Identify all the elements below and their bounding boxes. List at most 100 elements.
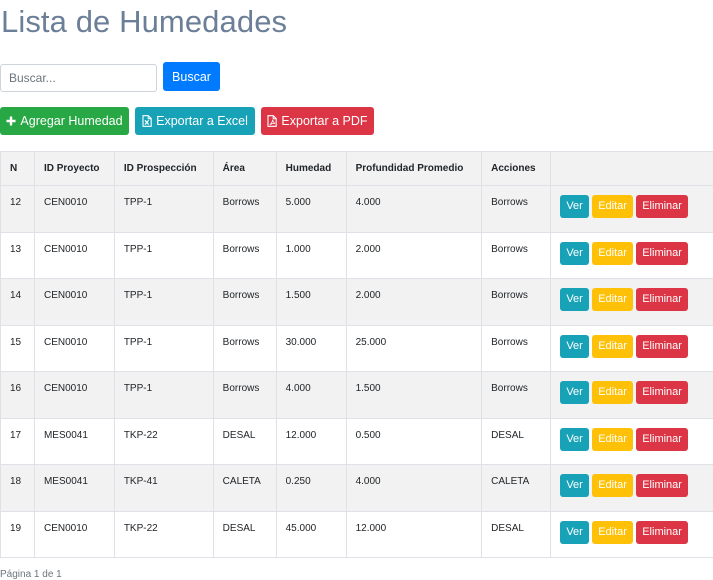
delete-button[interactable]: Eliminar: [636, 242, 688, 265]
column-header-area: Área: [213, 152, 276, 186]
edit-button[interactable]: Editar: [592, 335, 633, 358]
view-button[interactable]: Ver: [560, 474, 589, 497]
cell-area: Borrows: [213, 186, 276, 233]
edit-button[interactable]: Editar: [592, 521, 633, 544]
cell-acciones: Borrows: [482, 232, 551, 279]
cell-humedad: 4.000: [276, 372, 346, 419]
cell-id-proyecto: MES0041: [34, 465, 114, 512]
cell-acciones: Borrows: [482, 372, 551, 419]
cell-humedad: 0.250: [276, 465, 346, 512]
cell-id-prospeccion: TPP-1: [114, 325, 213, 372]
humidity-table: N ID Proyecto ID Prospección Área Humeda…: [0, 151, 713, 558]
cell-id-proyecto: MES0041: [34, 418, 114, 465]
row-actions: VerEditarEliminar: [551, 418, 713, 465]
delete-button[interactable]: Eliminar: [636, 521, 688, 544]
delete-button[interactable]: Eliminar: [636, 474, 688, 497]
column-header-acciones: Acciones: [482, 152, 551, 186]
row-actions: VerEditarEliminar: [551, 186, 713, 233]
cell-n: 13: [1, 232, 35, 279]
cell-id-prospeccion: TPP-1: [114, 279, 213, 326]
table-row: 17MES0041TKP-22DESAL12.0000.500DESALVerE…: [1, 418, 713, 465]
export-pdf-label: Exportar a PDF: [281, 114, 367, 128]
view-button[interactable]: Ver: [560, 288, 589, 311]
cell-profundidad: 4.000: [346, 465, 482, 512]
search-button[interactable]: Buscar: [163, 62, 220, 91]
edit-button[interactable]: Editar: [592, 242, 633, 265]
row-actions: VerEditarEliminar: [551, 232, 713, 279]
column-header-profundidad: Profundidad Promedio: [346, 152, 482, 186]
search-input[interactable]: [0, 64, 157, 92]
cell-id-prospeccion: TKP-22: [114, 511, 213, 558]
cell-id-proyecto: CEN0010: [34, 372, 114, 419]
view-button[interactable]: Ver: [560, 242, 589, 265]
cell-profundidad: 1.500: [346, 372, 482, 419]
delete-button[interactable]: Eliminar: [636, 335, 688, 358]
row-actions: VerEditarEliminar: [551, 279, 713, 326]
view-button[interactable]: Ver: [560, 335, 589, 358]
cell-id-proyecto: CEN0010: [34, 232, 114, 279]
cell-profundidad: 25.000: [346, 325, 482, 372]
cell-n: 15: [1, 325, 35, 372]
plus-icon: [6, 116, 16, 126]
delete-button[interactable]: Eliminar: [636, 195, 688, 218]
edit-button[interactable]: Editar: [592, 381, 633, 404]
cell-humedad: 45.000: [276, 511, 346, 558]
cell-id-proyecto: CEN0010: [34, 279, 114, 326]
table-header-row: N ID Proyecto ID Prospección Área Humeda…: [1, 152, 713, 186]
edit-button[interactable]: Editar: [592, 288, 633, 311]
table-row: 15CEN0010TPP-1Borrows30.00025.000Borrows…: [1, 325, 713, 372]
edit-button[interactable]: Editar: [592, 428, 633, 451]
cell-profundidad: 2.000: [346, 279, 482, 326]
cell-id-proyecto: CEN0010: [34, 325, 114, 372]
cell-id-prospeccion: TKP-41: [114, 465, 213, 512]
view-button[interactable]: Ver: [560, 195, 589, 218]
cell-area: Borrows: [213, 325, 276, 372]
view-button[interactable]: Ver: [560, 428, 589, 451]
page-title: Lista de Humedades: [1, 4, 287, 40]
cell-id-proyecto: CEN0010: [34, 186, 114, 233]
search-button-label: Buscar: [172, 70, 211, 84]
view-button[interactable]: Ver: [560, 521, 589, 544]
cell-acciones: CALETA: [482, 465, 551, 512]
export-pdf-button[interactable]: Exportar a PDF: [261, 107, 374, 135]
cell-acciones: Borrows: [482, 186, 551, 233]
cell-n: 18: [1, 465, 35, 512]
column-header-id-prospeccion: ID Prospección: [114, 152, 213, 186]
edit-button[interactable]: Editar: [592, 195, 633, 218]
delete-button[interactable]: Eliminar: [636, 288, 688, 311]
cell-id-prospeccion: TPP-1: [114, 232, 213, 279]
cell-n: 14: [1, 279, 35, 326]
file-pdf-icon: [267, 115, 277, 127]
export-excel-button[interactable]: Exportar a Excel: [135, 107, 255, 135]
view-button[interactable]: Ver: [560, 381, 589, 404]
table-row: 12CEN0010TPP-1Borrows5.0004.000BorrowsVe…: [1, 186, 713, 233]
cell-area: DESAL: [213, 511, 276, 558]
export-excel-label: Exportar a Excel: [156, 114, 248, 128]
cell-area: Borrows: [213, 279, 276, 326]
cell-n: 12: [1, 186, 35, 233]
file-excel-icon: [142, 115, 152, 127]
cell-id-prospeccion: TKP-22: [114, 418, 213, 465]
cell-humedad: 1.000: [276, 232, 346, 279]
cell-profundidad: 4.000: [346, 186, 482, 233]
delete-button[interactable]: Eliminar: [636, 381, 688, 404]
cell-id-prospeccion: TPP-1: [114, 372, 213, 419]
add-humidity-label: Agregar Humedad: [20, 114, 122, 128]
cell-acciones: Borrows: [482, 279, 551, 326]
cell-area: Borrows: [213, 372, 276, 419]
table-row: 13CEN0010TPP-1Borrows1.0002.000BorrowsVe…: [1, 232, 713, 279]
cell-area: Borrows: [213, 232, 276, 279]
add-humidity-button[interactable]: Agregar Humedad: [0, 107, 129, 135]
cell-humedad: 1.500: [276, 279, 346, 326]
cell-n: 16: [1, 372, 35, 419]
delete-button[interactable]: Eliminar: [636, 428, 688, 451]
column-header-buttons: [551, 152, 713, 186]
column-header-n: N: [1, 152, 35, 186]
cell-n: 17: [1, 418, 35, 465]
table-row: 14CEN0010TPP-1Borrows1.5002.000BorrowsVe…: [1, 279, 713, 326]
row-actions: VerEditarEliminar: [551, 465, 713, 512]
cell-humedad: 5.000: [276, 186, 346, 233]
table-row: 19CEN0010TKP-22DESAL45.00012.000DESALVer…: [1, 511, 713, 558]
cell-profundidad: 2.000: [346, 232, 482, 279]
edit-button[interactable]: Editar: [592, 474, 633, 497]
